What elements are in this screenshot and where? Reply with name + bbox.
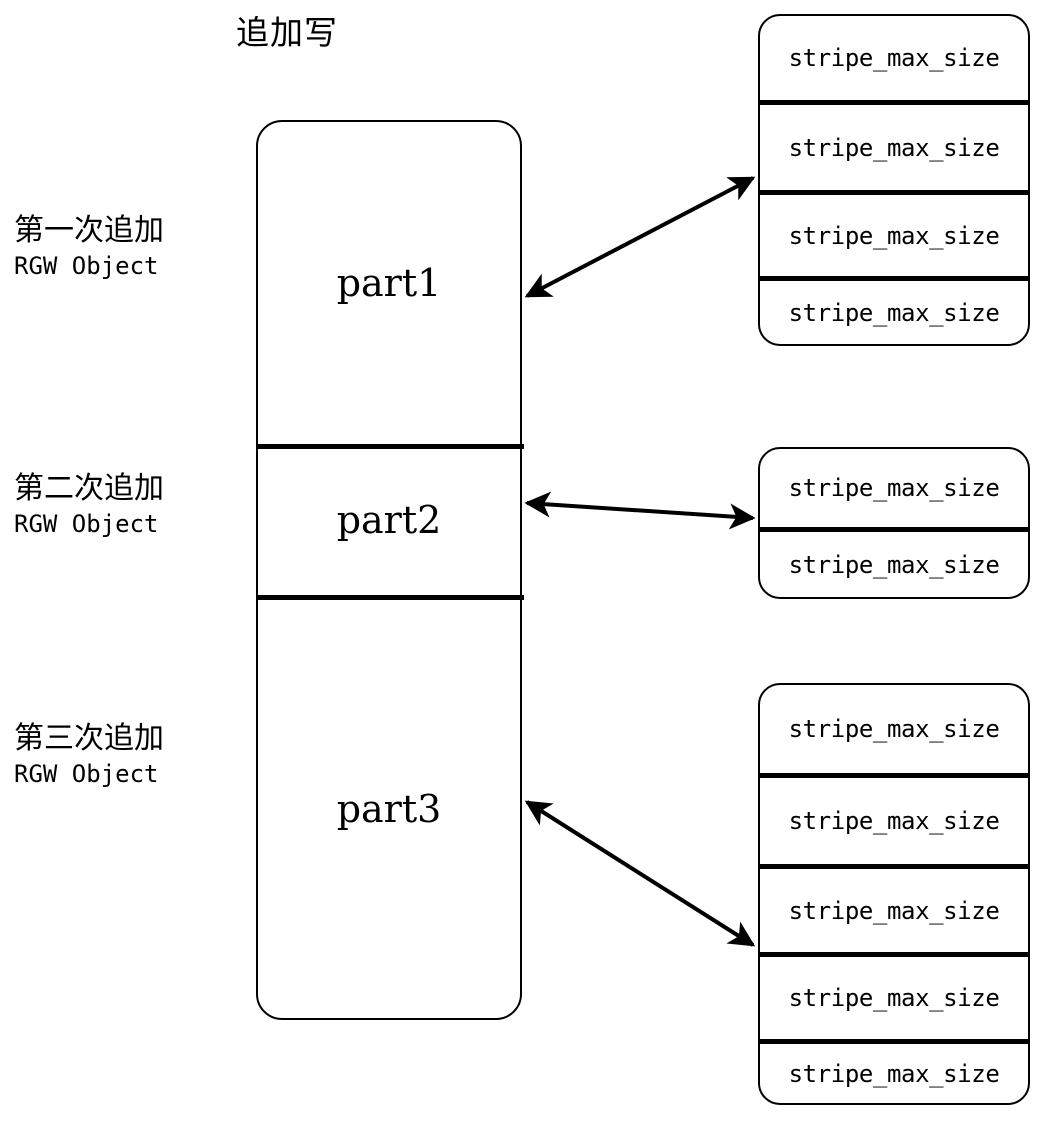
stripe-row-label: stripe_max_size xyxy=(788,1059,1000,1088)
stripe-row-label: stripe_max_size xyxy=(788,807,1000,835)
stage-label-first-append: 第一次追加 RGW Object xyxy=(14,212,264,282)
stripe-row: stripe_max_size xyxy=(760,532,1028,597)
stripe-row: stripe_max_size xyxy=(760,195,1028,276)
object-part-part2: part2 xyxy=(258,444,520,595)
rgw-object-box: part1 part2 part3 xyxy=(256,120,524,1022)
stripe-row: stripe_max_size xyxy=(760,778,1028,864)
connector-part2-to-stripe-group-2 xyxy=(524,491,756,530)
stripe-row: stripe_max_size xyxy=(760,957,1028,1039)
stripe-row-label: stripe_max_size xyxy=(788,298,1000,327)
stripe-group-2: stripe_max_size stripe_max_size xyxy=(758,447,1030,599)
diagram-canvas: 追加写 第一次追加 RGW Object 第二次追加 RGW Object 第三… xyxy=(0,0,1046,1123)
stripe-group-1: stripe_max_size stripe_max_size stripe_m… xyxy=(758,14,1030,346)
part-divider-1 xyxy=(258,444,524,449)
stripe-row-label: stripe_max_size xyxy=(788,474,1000,502)
object-part-part1-label: part1 xyxy=(336,261,442,305)
part-divider-2 xyxy=(258,595,524,600)
stripe-row-label: stripe_max_size xyxy=(788,133,1000,162)
stripe-row: stripe_max_size xyxy=(760,281,1028,344)
stripe-group-3: stripe_max_size stripe_max_size stripe_m… xyxy=(758,683,1030,1105)
stripe-row: stripe_max_size xyxy=(760,685,1028,773)
stage-label-third-append-cn: 第三次追加 xyxy=(14,721,164,756)
connector-part1-to-stripe-group-1 xyxy=(524,176,756,298)
stripe-row: stripe_max_size xyxy=(760,449,1028,527)
stage-label-second-append-cn: 第二次追加 xyxy=(14,471,164,506)
page-title: 追加写 xyxy=(236,13,338,52)
stripe-row-label: stripe_max_size xyxy=(788,550,1000,579)
stripe-row: stripe_max_size xyxy=(760,869,1028,952)
stage-label-first-append-cn: 第一次追加 xyxy=(14,213,164,248)
object-part-part2-label: part2 xyxy=(336,497,442,542)
stage-label-first-append-en: RGW Object xyxy=(14,252,159,280)
connector-part3-to-stripe-group-3 xyxy=(524,800,756,947)
stripe-row-label: stripe_max_size xyxy=(788,44,1000,72)
stripe-row: stripe_max_size xyxy=(760,105,1028,190)
object-part-part3: part3 xyxy=(258,595,520,1022)
stripe-row-label: stripe_max_size xyxy=(788,984,1000,1012)
stripe-row: stripe_max_size xyxy=(760,16,1028,100)
stage-label-third-append-en: RGW Object xyxy=(14,760,159,788)
stripe-row-label: stripe_max_size xyxy=(788,221,1000,250)
stripe-row-label: stripe_max_size xyxy=(788,715,1000,743)
object-part-part3-label: part3 xyxy=(336,786,442,831)
stage-label-second-append-en: RGW Object xyxy=(14,510,159,538)
stage-label-third-append: 第三次追加 RGW Object xyxy=(14,720,264,790)
stripe-row-label: stripe_max_size xyxy=(788,896,1000,925)
stage-label-second-append: 第二次追加 RGW Object xyxy=(14,470,264,540)
object-part-part1: part1 xyxy=(258,122,520,444)
stripe-row: stripe_max_size xyxy=(760,1044,1028,1103)
